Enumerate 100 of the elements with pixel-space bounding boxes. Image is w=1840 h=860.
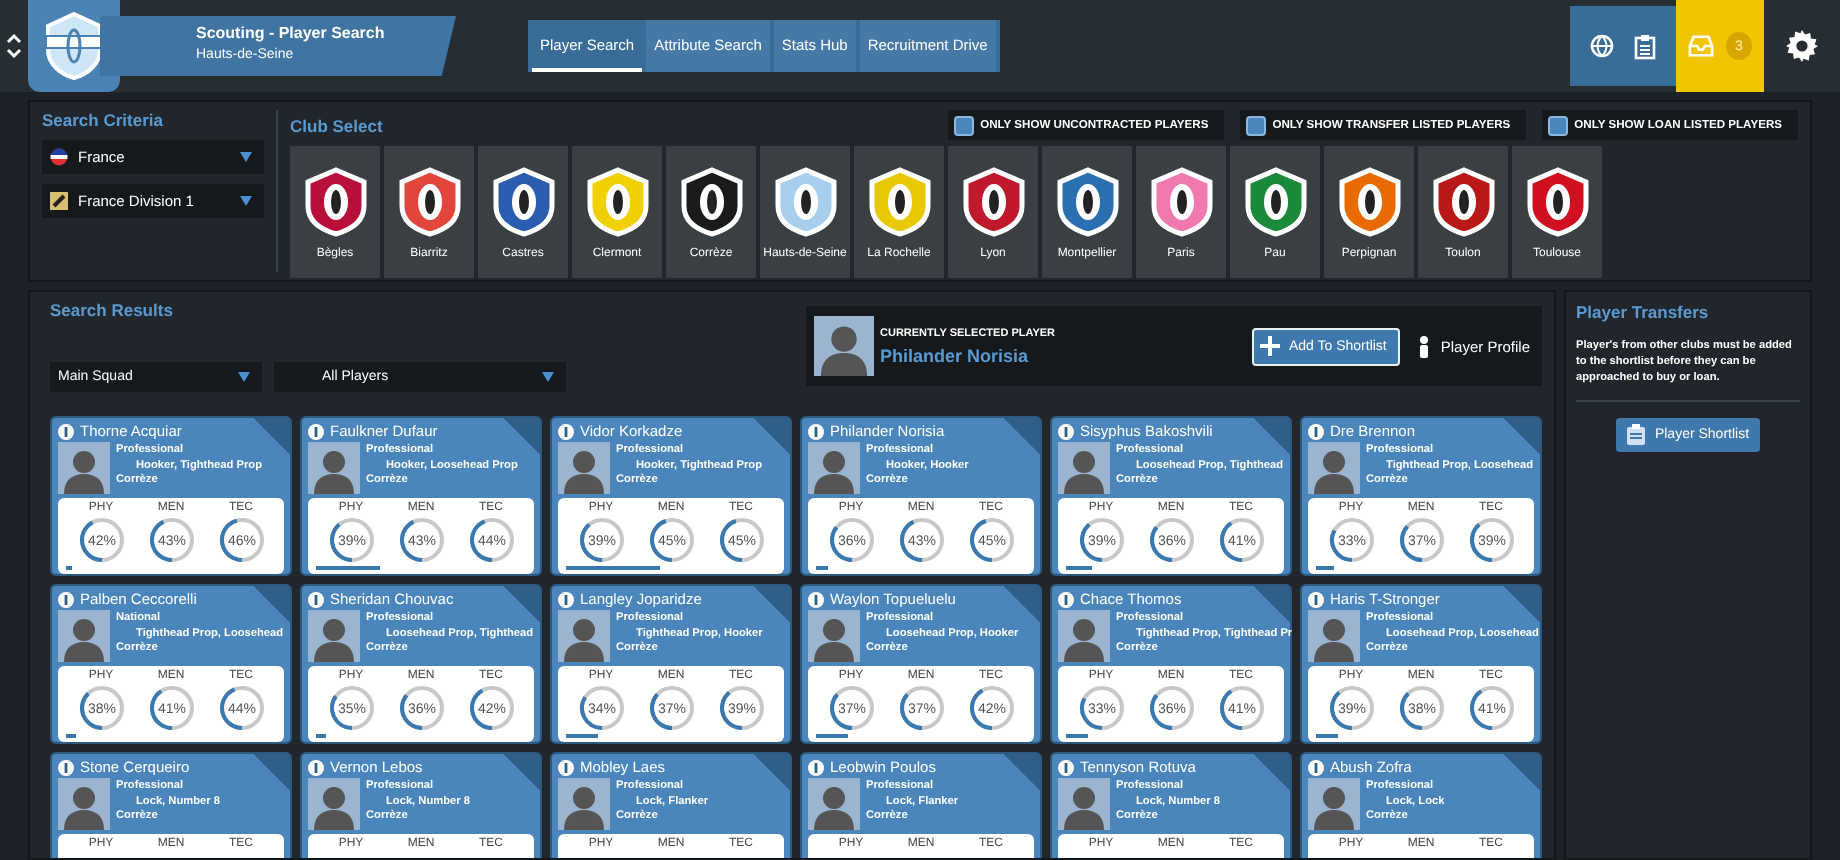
- stat-gauge: [719, 686, 763, 730]
- selected-player-name: Philander Norisia: [880, 345, 1031, 365]
- club-crest-icon: [677, 165, 745, 237]
- up-down-arrows-icon[interactable]: [6, 32, 22, 60]
- avatar-silhouette-icon: [1058, 442, 1110, 494]
- info-icon[interactable]: [808, 759, 824, 775]
- flag-icon: [50, 148, 68, 166]
- club-crest-icon: [301, 165, 369, 237]
- clipboard-icon: [1626, 424, 1647, 447]
- avatar-silhouette-icon: [558, 442, 610, 494]
- page-title: Scouting - Player Search: [196, 24, 387, 42]
- stat-gauge: [219, 686, 263, 730]
- stat-gauge: [829, 686, 873, 730]
- stat-gauge: [79, 686, 123, 730]
- club-crest-icon: [865, 165, 933, 237]
- caret-icon: [240, 152, 252, 162]
- stat-gauge: [829, 518, 873, 562]
- plus-icon: [1260, 336, 1281, 356]
- avatar-silhouette-icon: [1058, 610, 1110, 662]
- info-icon[interactable]: [808, 591, 824, 607]
- info-icon[interactable]: [1058, 423, 1074, 439]
- stat-gauge: [969, 686, 1013, 730]
- club-crest-icon: [1523, 165, 1591, 237]
- section-title: Player Transfers: [1576, 302, 1711, 322]
- club-crest-icon: [44, 12, 104, 80]
- info-icon[interactable]: [58, 759, 74, 775]
- stat-gauge: [149, 518, 193, 562]
- avatar-silhouette-icon: [558, 610, 610, 662]
- avatar-silhouette-icon: [308, 610, 360, 662]
- info-icon[interactable]: [558, 759, 574, 775]
- avatar-silhouette-icon: [58, 610, 110, 662]
- stat-gauge: [329, 518, 373, 562]
- stat-gauge: [1329, 518, 1373, 562]
- avatar-silhouette-icon: [814, 316, 874, 376]
- club-crest-icon: [1241, 165, 1309, 237]
- stat-gauge: [579, 518, 623, 562]
- globe-icon[interactable]: [1590, 34, 1614, 58]
- stat-gauge: [469, 686, 513, 730]
- stat-gauge: [329, 686, 373, 730]
- person-icon: [1418, 335, 1431, 357]
- stat-gauge: [219, 518, 263, 562]
- info-icon[interactable]: [308, 759, 324, 775]
- info-icon[interactable]: [558, 423, 574, 439]
- stat-gauge: [899, 518, 943, 562]
- caret-icon: [240, 196, 252, 206]
- stat-gauge: [1149, 518, 1193, 562]
- info-icon[interactable]: [1308, 423, 1324, 439]
- clipboard-icon[interactable]: [1634, 33, 1656, 59]
- stat-gauge: [149, 686, 193, 730]
- stat-gauge: [1079, 518, 1123, 562]
- stat-gauge: [1219, 518, 1263, 562]
- club-crest-icon: [583, 165, 651, 237]
- club-crest-icon: [1429, 165, 1497, 237]
- caret-icon: [238, 372, 250, 382]
- settings-icon[interactable]: [1786, 30, 1818, 62]
- stat-gauge: [1399, 686, 1443, 730]
- info-icon[interactable]: [1308, 591, 1324, 607]
- avatar-silhouette-icon: [1308, 778, 1360, 830]
- info-icon[interactable]: [1058, 591, 1074, 607]
- stat-gauge: [719, 518, 763, 562]
- stat-gauge: [1469, 518, 1513, 562]
- info-icon[interactable]: [58, 423, 74, 439]
- stat-gauge: [969, 518, 1013, 562]
- club-crest-icon: [959, 165, 1027, 237]
- caret-icon: [542, 372, 554, 382]
- section-title: Search Results: [50, 300, 175, 320]
- info-icon[interactable]: [1308, 759, 1324, 775]
- info-icon[interactable]: [308, 591, 324, 607]
- avatar-silhouette-icon: [808, 610, 860, 662]
- club-crest-icon: [489, 165, 557, 237]
- stat-gauge: [649, 686, 693, 730]
- stat-gauge: [1399, 518, 1443, 562]
- club-crest-icon: [771, 165, 839, 237]
- club-crest-icon: [1053, 165, 1121, 237]
- avatar-silhouette-icon: [58, 442, 110, 494]
- info-icon[interactable]: [58, 591, 74, 607]
- avatar-silhouette-icon: [558, 778, 610, 830]
- info-icon[interactable]: [308, 423, 324, 439]
- info-icon[interactable]: [558, 591, 574, 607]
- avatar-silhouette-icon: [58, 778, 110, 830]
- stat-gauge: [649, 518, 693, 562]
- stat-gauge: [1149, 686, 1193, 730]
- stat-gauge: [899, 686, 943, 730]
- avatar-silhouette-icon: [808, 442, 860, 494]
- info-icon[interactable]: [1058, 759, 1074, 775]
- avatar-silhouette-icon: [308, 442, 360, 494]
- club-crest-icon: [395, 165, 463, 237]
- avatar-silhouette-icon: [1058, 778, 1110, 830]
- stat-gauge: [1469, 686, 1513, 730]
- avatar-silhouette-icon: [1308, 442, 1360, 494]
- stat-gauge: [1329, 686, 1373, 730]
- stat-gauge: [1219, 686, 1263, 730]
- avatar-silhouette-icon: [308, 778, 360, 830]
- info-icon[interactable]: [808, 423, 824, 439]
- stat-gauge: [579, 686, 623, 730]
- section-title: Search Criteria: [42, 110, 165, 130]
- avatar-silhouette-icon: [1308, 610, 1360, 662]
- club-crest-icon: [1335, 165, 1403, 237]
- section-title: Club Select: [290, 115, 385, 135]
- stat-gauge: [399, 518, 443, 562]
